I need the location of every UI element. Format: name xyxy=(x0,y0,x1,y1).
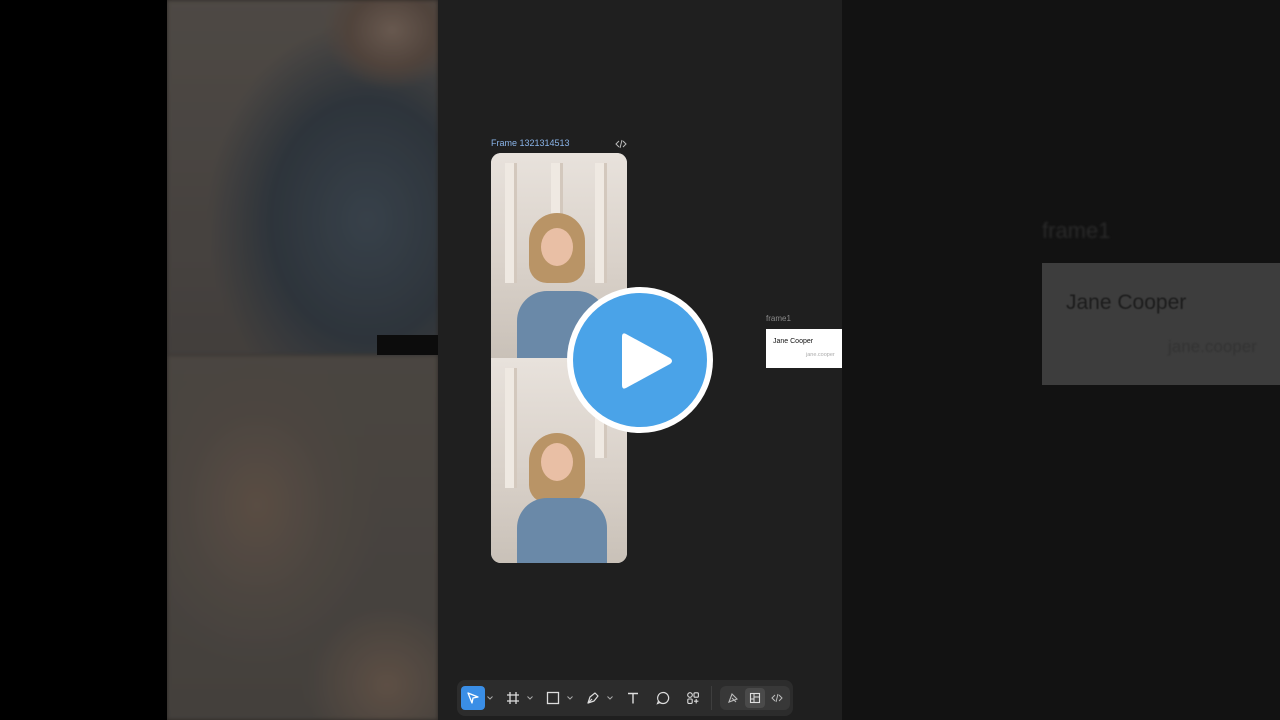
frame-icon[interactable] xyxy=(501,686,525,710)
play-button[interactable] xyxy=(567,287,713,433)
blurred-photo-bottom xyxy=(167,355,438,720)
mode-switcher xyxy=(720,686,790,710)
comment-icon[interactable] xyxy=(651,686,675,710)
code-icon[interactable] xyxy=(615,137,627,149)
user-card[interactable]: Jane Cooper jane.cooper xyxy=(766,329,842,368)
components-icon[interactable] xyxy=(681,686,705,710)
chevron-down-icon[interactable] xyxy=(605,686,615,710)
chevron-down-icon[interactable] xyxy=(485,686,495,710)
dev-layout-icon[interactable] xyxy=(745,688,765,708)
card-frame-label[interactable]: frame1 xyxy=(766,314,791,323)
video-stage: frame1 Jane Cooper jane.cooper Frame 132… xyxy=(0,0,1280,720)
blurred-photo-top xyxy=(167,0,438,355)
design-mode-icon[interactable] xyxy=(723,688,743,708)
user-card-name: Jane Cooper xyxy=(773,338,814,345)
code-icon[interactable] xyxy=(767,688,787,708)
blurred-divider xyxy=(377,335,438,355)
play-icon xyxy=(622,333,672,389)
pen-icon[interactable] xyxy=(581,686,605,710)
user-card-email: jane.cooper xyxy=(806,352,835,358)
frame-label[interactable]: Frame 1321314513 xyxy=(491,138,570,148)
chevron-down-icon[interactable] xyxy=(525,686,535,710)
chevron-down-icon[interactable] xyxy=(565,686,575,710)
blurred-right-preview: frame1 Jane Cooper jane.cooper xyxy=(842,0,1280,720)
rectangle-icon[interactable] xyxy=(541,686,565,710)
ghost-user-name: Jane Cooper xyxy=(1066,291,1187,314)
ghost-frame-label: frame1 xyxy=(1042,218,1111,243)
toolbar-divider xyxy=(711,686,712,710)
text-icon[interactable] xyxy=(621,686,645,710)
ghost-user-email: jane.cooper xyxy=(1168,337,1257,356)
ghost-user-card: Jane Cooper jane.cooper xyxy=(1042,263,1280,385)
bottom-toolbar xyxy=(457,680,793,716)
cursor-icon[interactable] xyxy=(461,686,485,710)
blurred-left-preview xyxy=(167,0,438,720)
